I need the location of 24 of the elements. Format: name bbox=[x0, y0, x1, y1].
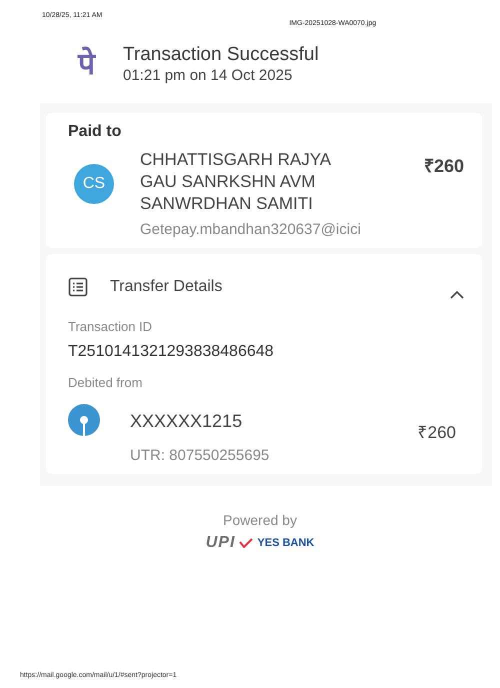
debited-amount: ₹260 bbox=[418, 422, 456, 443]
powered-by-label: Powered by bbox=[223, 512, 297, 528]
paid-amount: ₹260 bbox=[424, 155, 464, 177]
bank-logo: YES BANK bbox=[257, 537, 314, 549]
collapse-icon[interactable] bbox=[450, 290, 464, 299]
utr-number: UTR: 807550255695 bbox=[130, 447, 270, 464]
bank-icon bbox=[68, 404, 100, 436]
list-icon bbox=[68, 276, 88, 296]
account-number: XXXXXX1215 bbox=[130, 411, 244, 432]
payee-name: CHHATTISGARH RAJYA bbox=[140, 149, 332, 171]
screen-title: Transaction Successful bbox=[123, 43, 319, 67]
transaction-time: 01:21 pm on 14 Oct 2025 bbox=[123, 67, 294, 85]
section-heading: Paid to bbox=[68, 123, 122, 141]
tick-icon bbox=[239, 538, 254, 548]
field-label: Transaction ID bbox=[68, 319, 154, 334]
upi-logo: UPI bbox=[206, 534, 236, 552]
payee-name: GAU SANRKSHN AVM bbox=[140, 171, 316, 193]
payee-name: SANWRDHAN SAMITI bbox=[140, 193, 314, 215]
section-title: Transfer Details bbox=[110, 278, 224, 296]
field-label: Debited from bbox=[68, 375, 144, 390]
upi-id: Getepay.mbandhan320637@icici bbox=[140, 221, 362, 238]
transaction-id: T2510141321293838486648 bbox=[68, 343, 275, 361]
payee-avatar: CS bbox=[74, 164, 114, 204]
app-logo: पे bbox=[78, 46, 95, 84]
